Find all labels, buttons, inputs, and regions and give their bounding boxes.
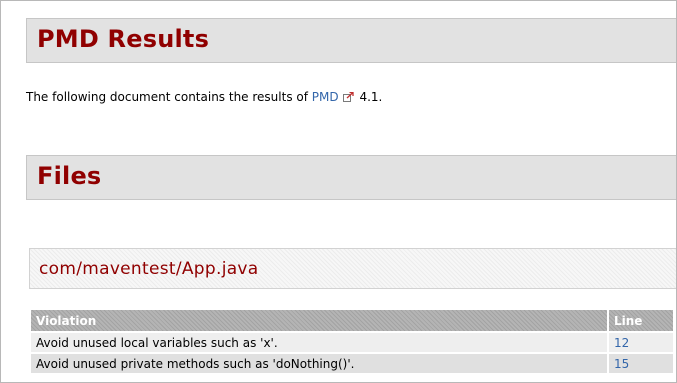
violations-table: Violation Line Avoid unused local variab… [29,308,675,375]
file-header: com/maventest/App.java [29,248,676,289]
table-row: Avoid unused local variables such as 'x'… [31,333,673,352]
line-link[interactable]: 12 [614,336,629,350]
intro-paragraph: The following document contains the resu… [26,90,382,104]
column-header-line: Line [609,310,673,331]
external-link-icon[interactable] [342,92,354,102]
table-row: Avoid unused private methods such as 'do… [31,354,673,373]
page-title: PMD Results [37,25,210,53]
file-path: com/maventest/App.java [39,259,259,279]
pmd-link[interactable]: PMD [312,90,339,104]
page-frame: PMD Results The following document conta… [0,0,677,383]
line-link[interactable]: 15 [614,357,629,371]
line-cell: 12 [609,333,673,352]
table-header-row: Violation Line [31,310,673,331]
violation-cell: Avoid unused local variables such as 'x'… [31,333,607,352]
intro-suffix: 4.1. [355,90,383,104]
section-header-files: Files [26,155,676,200]
section-header-pmd-results: PMD Results [26,18,676,63]
files-title: Files [37,162,102,190]
line-cell: 15 [609,354,673,373]
violation-cell: Avoid unused private methods such as 'do… [31,354,607,373]
intro-prefix: The following document contains the resu… [26,90,312,104]
column-header-violation: Violation [31,310,607,331]
